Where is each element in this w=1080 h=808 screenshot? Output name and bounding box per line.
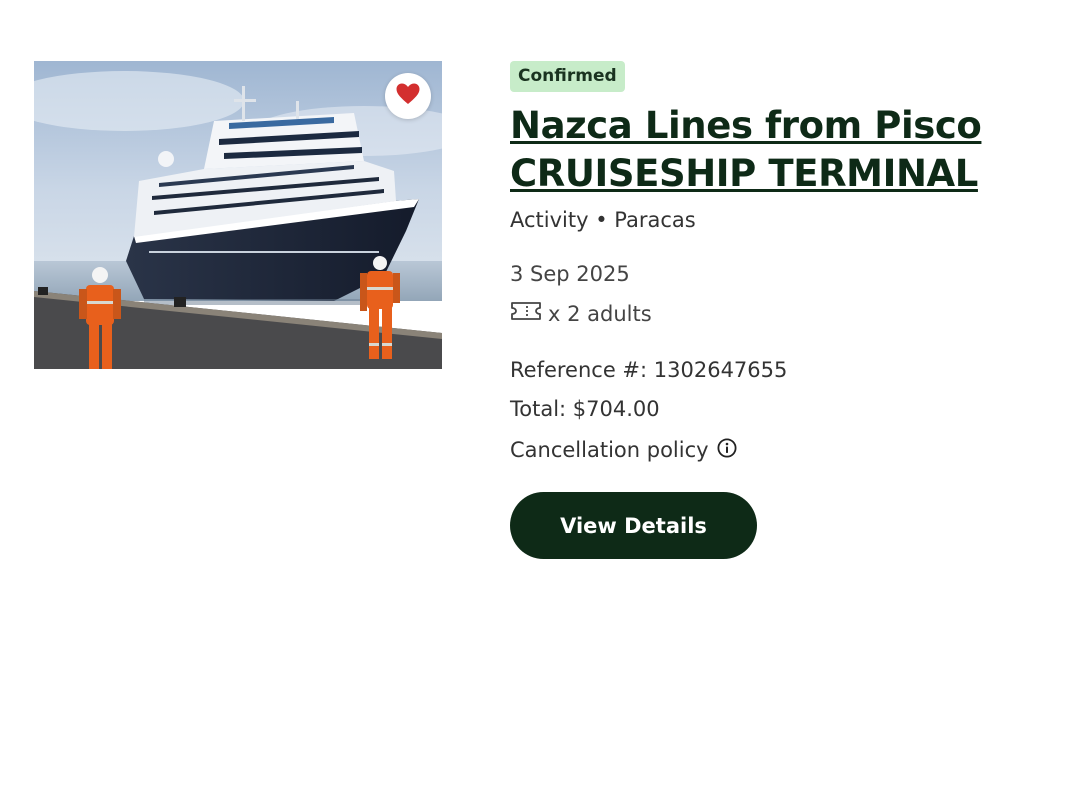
activity-title-link[interactable]: Nazca Lines from Pisco CRUISESHIP TERMIN…	[510, 102, 1050, 198]
ticket-icon	[510, 299, 548, 329]
booking-date: 3 Sep 2025	[510, 262, 630, 286]
ticket-count: x 2 adults	[510, 299, 1050, 329]
cancellation-policy[interactable]: Cancellation policy	[510, 435, 1050, 465]
info-icon[interactable]	[709, 435, 738, 465]
reference-number: Reference #: 1302647655	[510, 358, 788, 382]
favorite-button[interactable]	[385, 73, 431, 119]
activity-photo[interactable]	[34, 61, 442, 369]
view-details-button[interactable]: View Details	[510, 492, 757, 559]
cancellation-policy-label: Cancellation policy	[510, 438, 709, 462]
booking-card: Confirmed Nazca Lines from Pisco CRUISES…	[0, 0, 1080, 808]
total-price: Total: $704.00	[510, 397, 660, 421]
cruise-ship-image	[34, 61, 442, 369]
booking-details: Confirmed Nazca Lines from Pisco CRUISES…	[510, 61, 1050, 559]
ticket-count-text: x 2 adults	[548, 302, 652, 326]
heart-icon	[395, 82, 421, 110]
status-badge: Confirmed	[510, 61, 625, 92]
activity-subtitle: Activity • Paracas	[510, 208, 696, 232]
